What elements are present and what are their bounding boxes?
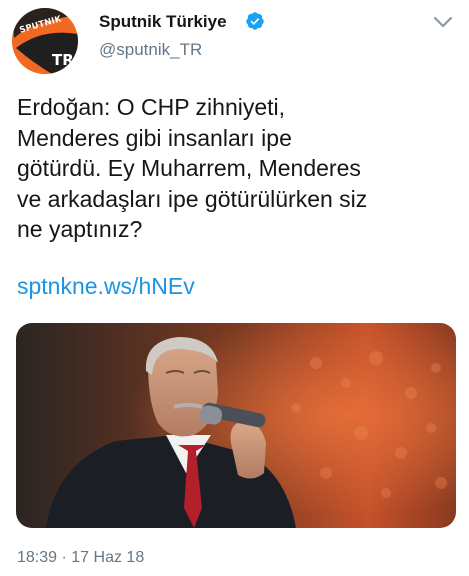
display-name[interactable]: Sputnik Türkiye: [99, 12, 227, 32]
chevron-down-icon[interactable]: [432, 14, 454, 30]
tweet-link[interactable]: sptnkne.ws/hNEv: [17, 273, 195, 300]
tweet-text-line: Erdoğan: O CHP zihniyeti,: [17, 94, 286, 120]
avatar[interactable]: SPUTNIK TR: [12, 8, 78, 74]
tweet-text-line: götürdü. Ey Muharrem, Menderes: [17, 155, 361, 181]
tweet-date: 17 Haz 18: [71, 549, 145, 566]
avatar-logo-bottom-text: TR: [52, 51, 74, 69]
tweet-text: Erdoğan: O CHP zihniyeti, Menderes gibi …: [17, 92, 457, 245]
tweet-text-line: ne yaptınız?: [17, 216, 143, 242]
tweet-header: SPUTNIK TR Sputnik Türkiye @sputnik_TR: [0, 0, 469, 80]
verified-badge-icon: [246, 12, 264, 30]
tweet-timestamp[interactable]: 18:39 · 17 Haz 18: [17, 549, 144, 567]
timestamp-separator: ·: [61, 549, 67, 566]
account-handle[interactable]: @sputnik_TR: [99, 40, 202, 60]
tweet-text-line: Menderes gibi insanları ipe: [17, 124, 292, 151]
tweet-media-photo[interactable]: [16, 323, 456, 528]
speaker-photo: [16, 323, 456, 528]
tweet-time: 18:39: [17, 549, 58, 566]
tweet-text-line: ve arkadaşları ipe götürülürken siz: [17, 185, 368, 212]
